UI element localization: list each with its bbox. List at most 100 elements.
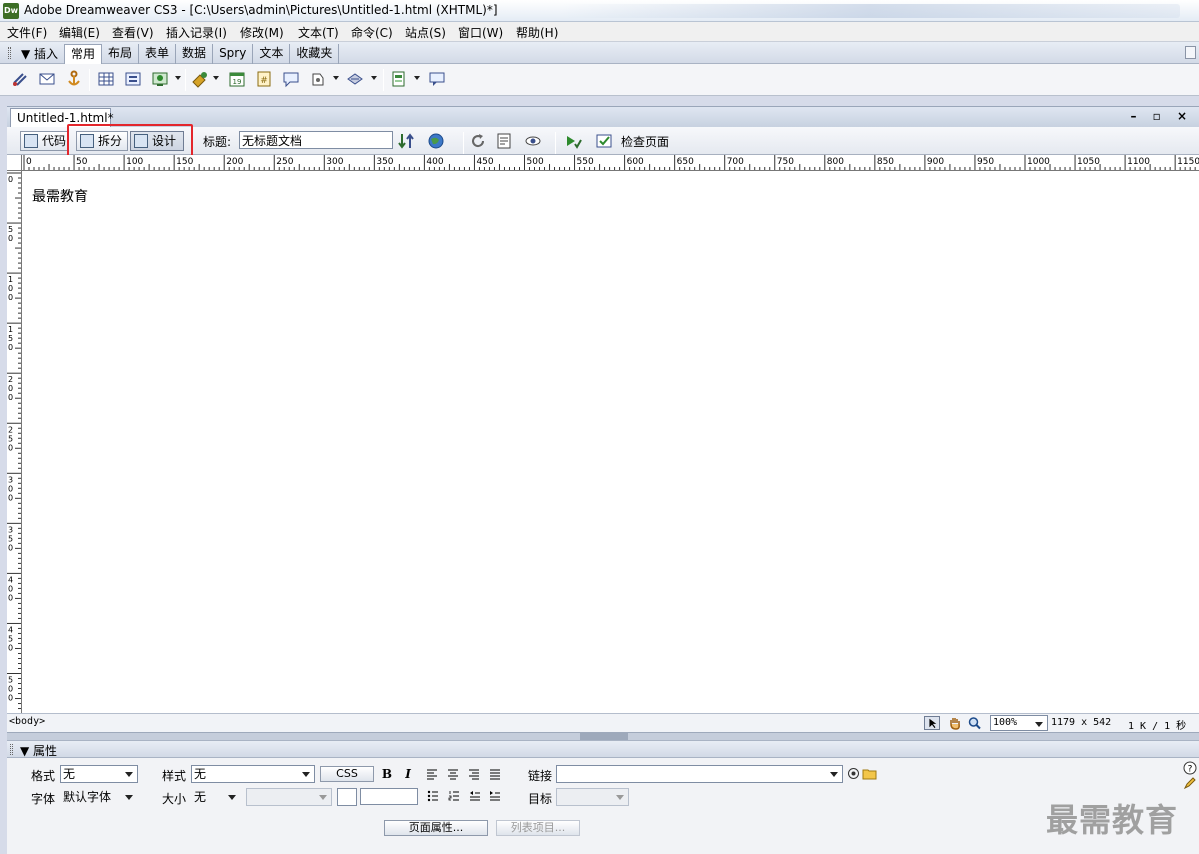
file-management-icon[interactable] (397, 132, 415, 150)
help-icon[interactable]: ? (1183, 761, 1197, 775)
email-link-icon[interactable] (38, 70, 56, 88)
visual-aids-icon[interactable] (524, 132, 542, 150)
script-dropdown-icon[interactable] (371, 76, 377, 80)
refresh-design-icon[interactable] (469, 132, 487, 150)
splitter-handle[interactable] (580, 733, 628, 740)
align-right-icon[interactable] (468, 768, 480, 780)
window-size-readout[interactable]: 1179 x 542 (1051, 717, 1111, 728)
ruler-origin[interactable] (7, 155, 22, 171)
italic-button[interactable]: I (401, 767, 415, 781)
menu-view[interactable]: 查看(V) (112, 24, 154, 41)
insert-tab-layout[interactable]: 布局 (102, 44, 140, 64)
ruler-label: 650 (677, 157, 694, 167)
hand-tool-icon[interactable] (947, 716, 963, 730)
align-center-icon[interactable] (447, 768, 459, 780)
menu-modify[interactable]: 修改(M) (240, 24, 284, 41)
indent-icon[interactable] (489, 790, 501, 802)
image-icon[interactable] (151, 70, 169, 88)
head-tags-icon[interactable] (309, 70, 327, 88)
document-title-input[interactable] (239, 131, 393, 149)
templates-icon[interactable] (390, 70, 408, 88)
select-tool-icon[interactable] (924, 716, 940, 730)
design-view-button[interactable]: 设计 (130, 131, 184, 151)
head-dropdown-icon[interactable] (333, 76, 339, 80)
panel-splitter[interactable] (7, 732, 1199, 740)
hyperlink-icon[interactable] (11, 70, 29, 88)
style-select[interactable]: 无 (191, 765, 315, 783)
insert-tab-common[interactable]: 常用 (64, 44, 103, 64)
insert-tab-spry[interactable]: Spry (213, 44, 254, 64)
ruler-label: 3 (8, 525, 13, 534)
zoom-tool-icon[interactable] (967, 716, 983, 730)
server-side-include-icon[interactable]: # (255, 70, 273, 88)
menu-text[interactable]: 文本(T) (298, 24, 339, 41)
link-input[interactable] (556, 765, 843, 783)
page-properties-button[interactable]: 页面属性... (384, 820, 488, 836)
document-window-controls[interactable]: – ▫ × (1130, 109, 1193, 123)
bold-button[interactable]: B (380, 767, 394, 781)
format-select[interactable]: 无 (60, 765, 138, 783)
code-view-icon (24, 134, 38, 148)
page-content-text[interactable]: 最需教育 (32, 186, 88, 206)
script-icon[interactable] (346, 70, 364, 88)
split-view-button[interactable]: 拆分 (76, 131, 128, 151)
ruler-label: 950 (977, 157, 994, 167)
media-dropdown-icon[interactable] (213, 76, 219, 80)
view-options-icon[interactable] (495, 132, 513, 150)
insert-tab-forms[interactable]: 表单 (139, 44, 177, 64)
font-select[interactable]: 默认字体 (60, 788, 138, 806)
preview-browser-icon[interactable] (427, 132, 445, 150)
menu-commands[interactable]: 命令(C) (351, 24, 393, 41)
design-canvas[interactable]: 最需教育 (22, 171, 1199, 713)
browse-folder-icon[interactable] (862, 767, 878, 780)
templates-dropdown-icon[interactable] (414, 76, 420, 80)
table-icon[interactable] (97, 70, 115, 88)
font-label: 字体 (31, 792, 56, 806)
tag-chooser-icon[interactable] (428, 70, 446, 88)
zoom-select[interactable]: 100% (990, 715, 1048, 731)
list-item-button[interactable]: 列表项目... (496, 820, 580, 836)
size-unit-select[interactable] (246, 788, 332, 806)
panel-grip-icon[interactable] (10, 744, 13, 755)
point-to-file-icon[interactable] (847, 767, 860, 780)
tag-selector-body[interactable]: <body> (9, 716, 45, 727)
validate-markup-icon[interactable] (564, 132, 582, 150)
insert-tab-text[interactable]: 文本 (253, 44, 291, 64)
target-select[interactable] (556, 788, 629, 806)
menu-file[interactable]: 文件(F) (7, 24, 47, 41)
named-anchor-icon[interactable] (65, 70, 83, 88)
quick-tag-editor-icon[interactable] (1183, 776, 1197, 790)
menu-insert[interactable]: 插入记录(I) (166, 24, 227, 41)
text-color-input[interactable] (360, 788, 418, 805)
document-tab[interactable]: Untitled-1.html* (10, 108, 114, 128)
justify-icon[interactable] (489, 768, 501, 780)
menu-window[interactable]: 窗口(W) (458, 24, 503, 41)
ordered-list-icon[interactable] (448, 790, 460, 802)
size-select[interactable]: 无 (191, 788, 241, 806)
outdent-icon[interactable] (469, 790, 481, 802)
css-button[interactable]: CSS (320, 766, 374, 782)
unordered-list-icon[interactable] (427, 790, 439, 802)
menu-edit[interactable]: 编辑(E) (59, 24, 100, 41)
check-page-label[interactable]: 检查页面 (621, 133, 669, 150)
code-view-button[interactable]: 代码 (20, 131, 69, 151)
check-page-icon[interactable] (595, 132, 613, 150)
ruler-label: 0 (8, 643, 13, 652)
comment-icon[interactable] (282, 70, 300, 88)
ruler-label: 2 (8, 425, 13, 434)
chevron-down-icon (228, 795, 236, 800)
insert-tab-favorites[interactable]: 收藏夹 (290, 44, 340, 64)
properties-panel-label[interactable]: ▼ 属性 (20, 742, 57, 759)
menu-site[interactable]: 站点(S) (405, 24, 446, 41)
insert-tab-data[interactable]: 数据 (176, 44, 214, 64)
align-left-icon[interactable] (426, 768, 438, 780)
date-icon[interactable]: 19 (228, 70, 246, 88)
panel-grip-icon[interactable] (8, 47, 11, 59)
media-icon[interactable] (191, 70, 209, 88)
menu-help[interactable]: 帮助(H) (516, 24, 558, 41)
text-color-swatch[interactable] (337, 788, 357, 806)
panel-options-icon[interactable] (1185, 46, 1196, 59)
div-tag-icon[interactable] (124, 70, 142, 88)
insert-panel-label[interactable]: ▼ 插入 (21, 45, 58, 62)
image-dropdown-icon[interactable] (175, 76, 181, 80)
